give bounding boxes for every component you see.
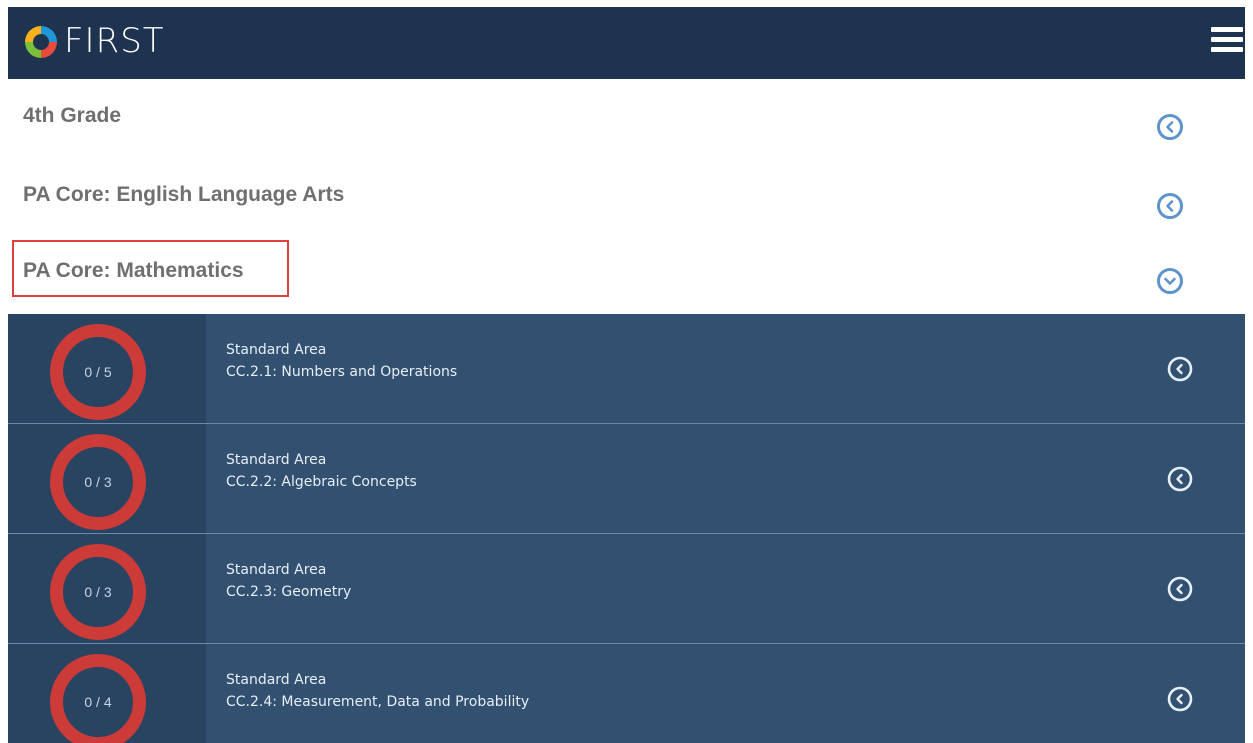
standard-area-row[interactable]: 0 / 5 Standard Area CC.2.1: Numbers and … — [8, 314, 1245, 424]
standard-area-text: Standard Area CC.2.3: Geometry — [226, 559, 351, 603]
standard-area-text: Standard Area CC.2.2: Algebraic Concepts — [226, 449, 417, 493]
category-title: PA Core: English Language Arts — [23, 183, 345, 206]
top-navbar: FIRST — [8, 7, 1245, 79]
category-row-ela[interactable]: PA Core: English Language Arts — [8, 157, 1245, 235]
progress-ring: 0 / 3 — [50, 434, 146, 530]
progress-score: 0 / 4 — [84, 694, 112, 710]
progress-cell: 0 / 3 — [8, 424, 206, 534]
category-row-grade[interactable]: 4th Grade — [8, 79, 1245, 157]
brand-name: FIRST — [64, 21, 165, 61]
standard-area-name: CC.2.4: Measurement, Data and Probabilit… — [226, 694, 530, 710]
first-logo-icon[interactable] — [24, 25, 58, 59]
chevron-left-circle-icon[interactable] — [1166, 575, 1194, 603]
progress-cell: 0 / 4 — [8, 644, 206, 743]
standard-area-name: CC.2.2: Algebraic Concepts — [226, 474, 417, 490]
standard-area-list: 0 / 5 Standard Area CC.2.1: Numbers and … — [8, 314, 1245, 743]
menu-bar — [1211, 47, 1243, 52]
highlight-box — [12, 240, 289, 297]
menu-bar — [1211, 37, 1243, 42]
standard-area-kind: Standard Area — [226, 452, 327, 468]
chevron-left-circle-icon[interactable] — [1166, 685, 1194, 713]
standard-area-kind: Standard Area — [226, 672, 327, 688]
chevron-left-circle-icon[interactable] — [1156, 192, 1184, 220]
standard-area-kind: Standard Area — [226, 342, 327, 358]
standard-area-text: Standard Area CC.2.1: Numbers and Operat… — [226, 339, 457, 383]
progress-cell: 0 / 5 — [8, 314, 206, 424]
chevron-left-circle-icon[interactable] — [1156, 113, 1184, 141]
progress-cell: 0 / 3 — [8, 534, 206, 644]
standard-area-kind: Standard Area — [226, 562, 327, 578]
progress-ring: 0 / 4 — [50, 654, 146, 743]
standard-area-name: CC.2.3: Geometry — [226, 584, 352, 600]
progress-score: 0 / 3 — [84, 474, 112, 490]
hamburger-menu-icon[interactable] — [1211, 27, 1245, 55]
standard-area-row[interactable]: 0 / 3 Standard Area CC.2.2: Algebraic Co… — [8, 424, 1245, 534]
standard-area-row[interactable]: 0 / 3 Standard Area CC.2.3: Geometry — [8, 534, 1245, 644]
chevron-down-circle-icon[interactable] — [1156, 267, 1184, 295]
progress-score: 0 / 5 — [84, 364, 112, 380]
menu-bar — [1211, 27, 1243, 32]
standard-area-name: CC.2.1: Numbers and Operations — [226, 364, 458, 380]
standard-area-row[interactable]: 0 / 4 Standard Area CC.2.4: Measurement,… — [8, 644, 1245, 743]
progress-ring: 0 / 3 — [50, 544, 146, 640]
app-frame: FIRST 4th Grade PA Core: English Languag… — [8, 7, 1245, 743]
progress-ring: 0 / 5 — [50, 324, 146, 420]
progress-score: 0 / 3 — [84, 584, 112, 600]
chevron-left-circle-icon[interactable] — [1166, 355, 1194, 383]
standard-area-text: Standard Area CC.2.4: Measurement, Data … — [226, 669, 529, 713]
category-title: 4th Grade — [23, 104, 122, 127]
chevron-left-circle-icon[interactable] — [1166, 465, 1194, 493]
